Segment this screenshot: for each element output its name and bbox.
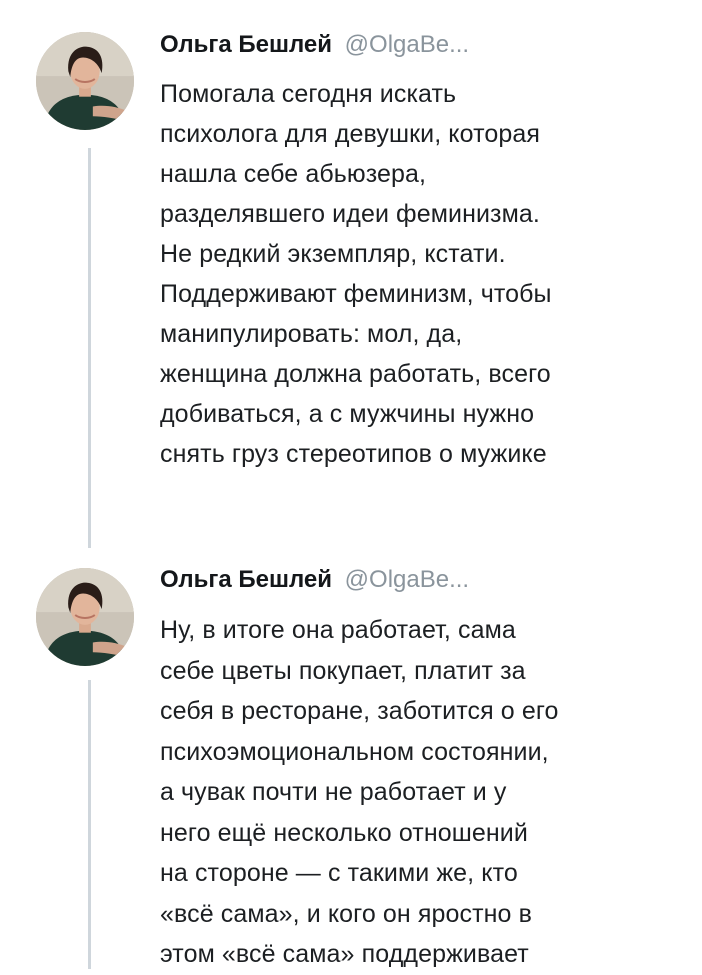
tweet-text-line: нашла себе абьюзера, [160, 160, 427, 188]
tweet-text: Ну, в итоге она работает, сама себе цвет… [160, 610, 680, 975]
tweet-text-line: психоэмоциональном состоянии, [160, 737, 549, 766]
tweet-header: Ольга Бешлей @OlgaBe... [160, 565, 469, 595]
tweet-text-line: психолога для девушки, которая [160, 120, 540, 148]
tweet-text-line: него ещё несколько отношений [160, 818, 528, 847]
tweet-text-line: этом «всё сама» поддерживает [160, 940, 529, 968]
tweet-header: Ольга Бешлей @OlgaBe... [160, 30, 469, 60]
tweet-text: Помогала сегодня искать психолога для де… [160, 74, 680, 474]
tweet-text-line: добиваться, а с мужчины нужно [160, 400, 535, 428]
tweet-text-line: себя в ресторане, заботится о его [160, 697, 559, 725]
author-name[interactable]: Ольга Бешлей [160, 31, 332, 58]
author-name[interactable]: Ольга Бешлей [160, 566, 332, 593]
tweet-1[interactable]: Ольга Бешлей @OlgaBe... Помогала сегодня… [0, 0, 702, 548]
tweet-text-line: Не редкий экземпляр, кстати. [160, 240, 506, 268]
thread-line [88, 680, 91, 969]
tweet-text-line: на стороне — с такими же, кто [160, 859, 518, 887]
tweet-text-line: Поддерживают феминизм, чтобы [160, 280, 552, 308]
tweet-text-line: Ну, в итоге она работает, сама [160, 616, 516, 644]
profile-photo-icon [36, 568, 134, 666]
tweet-text-line: разделявшего идеи феминизма. [160, 200, 540, 228]
author-handle[interactable]: @OlgaBe... [345, 566, 469, 593]
tweet-text-line: себе цветы покупает, платит за [160, 656, 526, 685]
tweet-2[interactable]: Ольга Бешлей @OlgaBe... Ну, в итоге она … [0, 550, 702, 969]
tweet-text-line: Помогала сегодня искать [160, 80, 457, 108]
tweet-text-line: «всё сама», и кого он яростно в [160, 899, 532, 928]
tweet-text-line: снять груз стереотипов о мужике [160, 440, 547, 468]
thread-line [88, 148, 91, 548]
avatar[interactable] [36, 568, 134, 666]
author-handle[interactable]: @OlgaBe... [345, 31, 469, 58]
tweet-text-line: а чувак почти не работает и у [160, 778, 507, 806]
avatar[interactable] [36, 32, 134, 130]
profile-photo-icon [36, 32, 134, 130]
tweet-text-line: манипулировать: мол, да, [160, 320, 463, 348]
tweet-text-line: женщина должна работать, всего [160, 360, 551, 388]
